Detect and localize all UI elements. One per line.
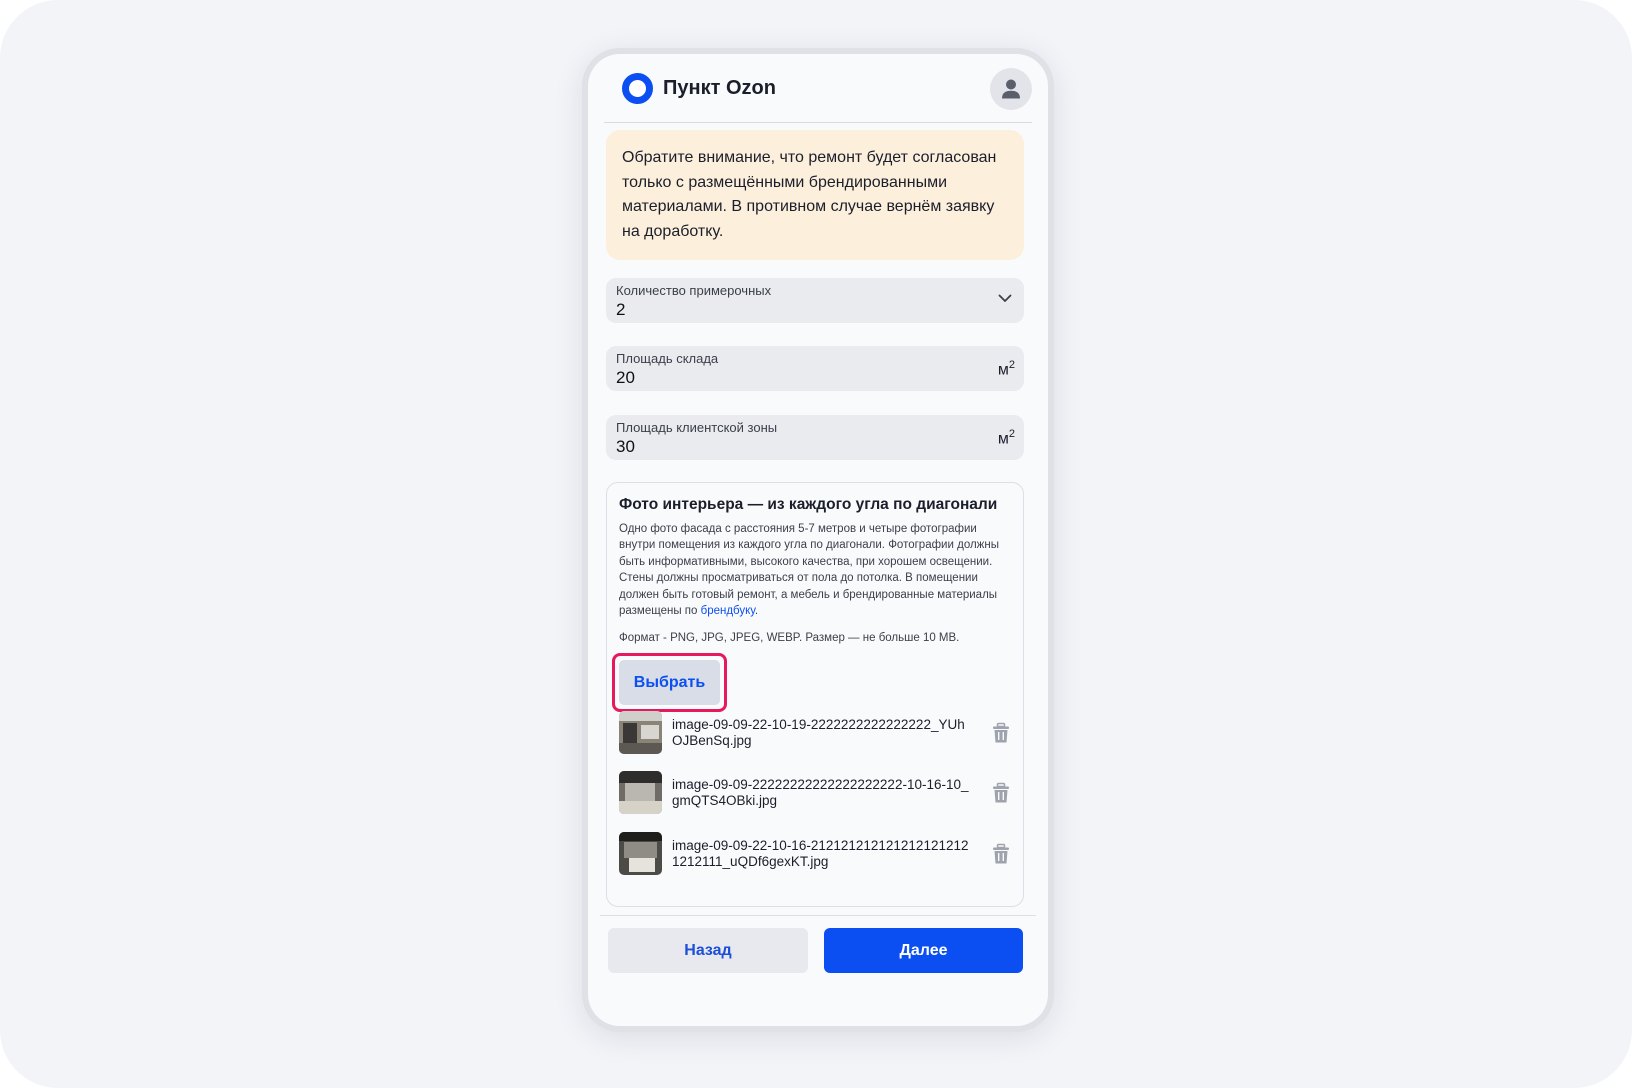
notice-text: Обратите внимание, что ремонт будет согл… — [622, 149, 997, 240]
app-screen: Пункт Ozon Обратите внимание, что ремонт… — [588, 54, 1048, 1026]
fitting-rooms-select[interactable]: Количество примерочных 2 — [606, 278, 1024, 323]
warehouse-area-unit: м2 — [997, 359, 1015, 379]
file-thumbnail — [619, 832, 662, 875]
client-area-value: 30 — [616, 437, 635, 456]
choose-file-button[interactable]: Выбрать — [619, 660, 720, 705]
upload-format-hint: Формат - PNG, JPG, JPEG, WEBP. Размер — … — [619, 632, 960, 645]
file-item: image-09-09-22-10-19-2222222222222222_YU… — [619, 711, 1011, 754]
fitting-rooms-label: Количество примерочных — [616, 283, 772, 298]
user-icon — [1002, 79, 1020, 98]
brandbook-link[interactable]: брендбуку — [701, 605, 755, 617]
footer-divider — [600, 915, 1036, 916]
upload-title: Фото интерьера — из каждого угла по диаг… — [619, 496, 998, 513]
phone-frame: Пункт Ozon Обратите внимание, что ремонт… — [582, 48, 1054, 1032]
next-button[interactable]: Далее — [824, 928, 1023, 973]
choose-highlight: Выбрать — [612, 653, 727, 712]
file-item: image-09-09-22-10-16-2121212121212121212… — [619, 832, 1011, 875]
repair-notice: Обратите внимание, что ремонт будет согл… — [606, 130, 1024, 260]
client-area-unit: м2 — [997, 428, 1015, 448]
trash-icon[interactable] — [991, 843, 1011, 865]
client-area-input[interactable]: Площадь клиентской зоны 30 м2 — [606, 415, 1024, 460]
fitting-rooms-value: 2 — [616, 300, 626, 319]
trash-icon[interactable] — [991, 722, 1011, 744]
app-header: Пункт Ozon — [588, 54, 1048, 123]
warehouse-area-value: 20 — [616, 368, 635, 387]
file-thumbnail — [619, 771, 662, 814]
ozon-logo-icon — [622, 73, 653, 104]
file-name: image-09-09-22-10-19-2222222222222222_YU… — [672, 716, 965, 748]
header-divider — [604, 122, 1032, 123]
warehouse-area-label: Площадь склада — [616, 351, 719, 366]
upload-description: Одно фото фасада с расстояния 5-7 метров… — [619, 523, 999, 618]
app-title: Пункт Ozon — [663, 77, 776, 99]
client-area-label: Площадь клиентской зоны — [616, 420, 778, 435]
file-item: image-09-09-22222222222222222222-10-16-1… — [619, 771, 1011, 814]
interior-photo-upload: Фото интерьера — из каждого угла по диаг… — [606, 482, 1024, 907]
back-button[interactable]: Назад — [608, 928, 808, 973]
file-thumbnail — [619, 711, 662, 754]
profile-avatar[interactable] — [990, 67, 1032, 110]
file-name: image-09-09-22-10-16-2121212121212121212… — [672, 837, 969, 869]
warehouse-area-input[interactable]: Площадь склада 20 м2 — [606, 346, 1024, 391]
file-name: image-09-09-22222222222222222222-10-16-1… — [672, 776, 969, 808]
trash-icon[interactable] — [991, 782, 1011, 804]
chevron-down-icon — [998, 294, 1012, 302]
